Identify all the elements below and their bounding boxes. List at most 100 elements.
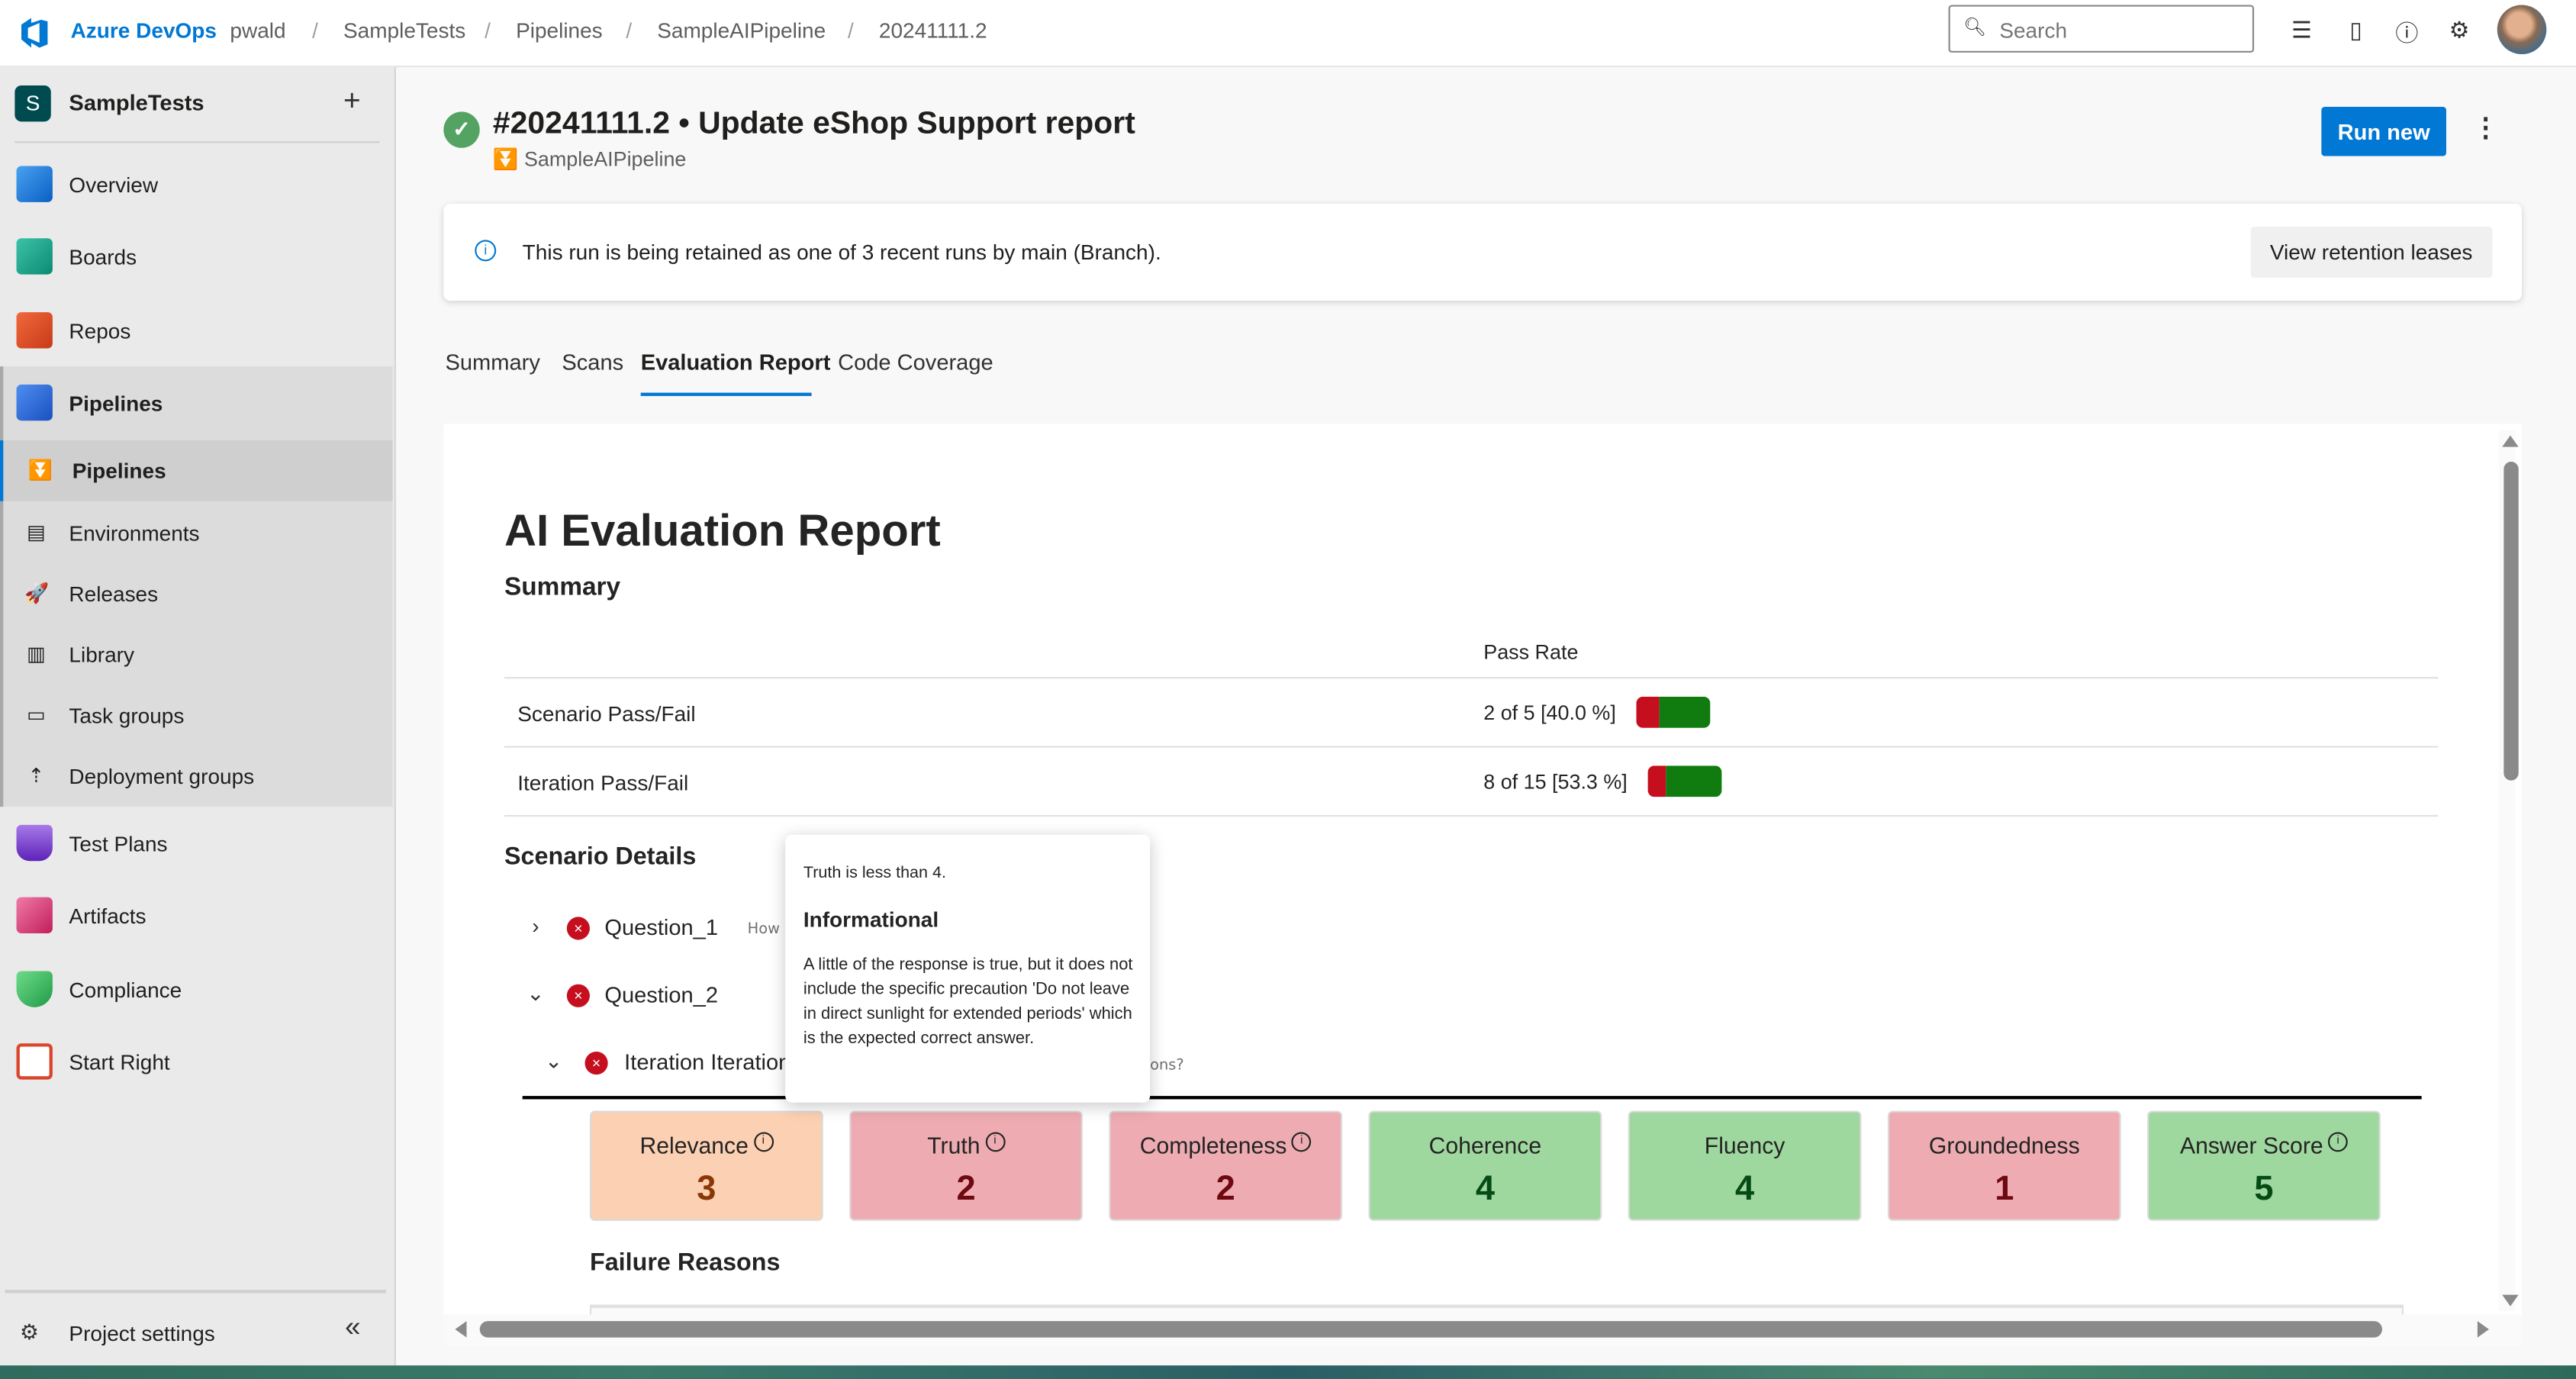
evaluation-report-panel: AI Evaluation Report Summary Pass Rate S… [443,424,2523,1325]
breadcrumb-org[interactable]: pwald [230,18,285,43]
failed-status-icon: × [566,984,590,1007]
tab-scans[interactable]: Scans [562,350,623,375]
scenario-question-preview: How [747,921,780,939]
fail-segment [1647,765,1666,797]
sidebar-item-label: Environments [69,520,200,546]
breadcrumb-pipeline[interactable]: SampleAIPipeline [657,18,826,43]
metric-tooltip: Truth is less than 4. Informational A li… [785,834,1151,1103]
tab-evaluation-report[interactable]: Evaluation Report [641,350,831,375]
project-name[interactable]: SampleTests [69,90,204,114]
iteration-question-preview: ons? [1150,1058,1184,1075]
sidebar-item-label: Pipelines [72,458,166,484]
scroll-down-arrow[interactable] [2502,1294,2519,1307]
metric-score: 2 [956,1170,976,1208]
sidebar-item-label: Task groups [69,703,185,728]
azure-devops-logo-icon[interactable] [17,14,53,50]
info-icon[interactable]: i [753,1132,774,1152]
sidebar-item-repos[interactable]: Repos [0,298,393,365]
metric-card-answer-score[interactable]: Answer Score i 5 [2147,1110,2381,1221]
project-badge[interactable]: S [14,85,51,122]
chevron-down-icon[interactable]: ⌄ [524,981,547,1007]
metric-label: Groundedness [1928,1132,2080,1158]
breadcrumb-pipelines[interactable]: Pipelines [516,18,603,43]
sidebar-item-start-right[interactable]: Start Right [0,1029,393,1096]
sidebar-item-pipelines[interactable]: Pipelines [0,369,393,437]
task-list-icon[interactable]: ☰ [2287,17,2317,45]
chevron-down-icon[interactable]: ⌄ [543,1049,565,1075]
sidebar-item-artifacts[interactable]: Artifacts [0,882,393,949]
tab-code-coverage[interactable]: Code Coverage [838,350,993,375]
search-input[interactable] [1996,13,2249,47]
add-icon[interactable]: + [343,84,361,118]
run-new-button[interactable]: Run new [2321,106,2446,156]
desktop-wallpaper [0,1365,2576,1379]
metric-card-groundedness[interactable]: Groundedness 1 [1887,1110,2121,1221]
sidebar-item-label: Test Plans [69,831,168,856]
breadcrumb-separator: / [847,18,854,43]
collapse-sidebar-icon[interactable]: « [345,1311,360,1344]
sidebar-item-label: Artifacts [69,904,147,929]
pipeline-icon: ⏬ [27,458,53,482]
view-retention-leases-button[interactable]: View retention leases [2250,227,2493,278]
sidebar-item-label: Releases [69,582,159,607]
failed-status-icon: × [566,917,590,940]
pass-rate-header: Pass Rate [1483,640,1579,664]
horizontal-scroll-thumb[interactable] [479,1321,2382,1338]
breadcrumb-run[interactable]: 20241111.2 [879,18,987,43]
project-settings-link[interactable]: ⚙ Project settings [0,1311,393,1361]
search-box[interactable]: 🔍︎ [1948,5,2255,53]
scroll-left-arrow[interactable] [455,1321,467,1338]
sidebar-item-boards[interactable]: Boards [0,224,393,291]
sidebar-subitem-deployment-groups[interactable]: ⇡ Deployment groups [0,746,393,807]
sidebar-subitem-environments[interactable]: ▤ Environments [0,503,393,564]
pipeline-link[interactable]: ⏬ SampleAIPipeline [493,148,686,172]
sidebar-item-label: Overview [69,172,159,198]
iteration-pass-rate-value: 8 of 15 [53.3 %] [1483,770,1628,794]
retention-banner: i This run is being retained as one of 3… [443,203,2523,301]
sidebar-item-label: Library [69,642,135,668]
sidebar-item-compliance[interactable]: Compliance [0,956,393,1023]
metric-card-relevance[interactable]: Relevance i 3 [589,1110,823,1221]
metric-card-completeness[interactable]: Completeness i 2 [1109,1110,1343,1221]
pass-segment [1658,696,1711,728]
avatar[interactable] [2497,5,2547,55]
vertical-scroll-thumb[interactable] [2504,462,2519,781]
table-divider [504,746,2439,748]
tab-summary[interactable]: Summary [445,350,539,375]
metric-label: Fluency [1704,1132,1785,1158]
breadcrumb-separator: / [626,18,633,43]
sidebar-subitem-releases[interactable]: 🚀 Releases [0,564,393,625]
page-title: #20241111.2 • Update eShop Support repor… [492,106,1135,142]
tooltip-threshold: Truth is less than 4. [803,864,946,883]
brand-link[interactable]: Azure DevOps [71,18,217,43]
help-icon[interactable]: ⓘ [2392,17,2422,50]
user-settings-icon[interactable]: ⚙ [2445,17,2475,45]
scroll-up-arrow[interactable] [2502,435,2519,447]
info-icon[interactable]: i [984,1132,1005,1152]
metric-name: Relevance i [591,1132,821,1158]
gear-icon: ⚙ [19,1319,39,1345]
overview-icon [16,166,53,202]
info-icon[interactable]: i [2328,1132,2348,1152]
banner-message: This run is being retained as one of 3 r… [522,240,1161,265]
tooltip-body: A little of the response is true, but it… [803,956,1133,1049]
divider [5,1290,386,1294]
sidebar-item-test-plans[interactable]: Test Plans [0,810,393,877]
breadcrumb-project[interactable]: SampleTests [343,18,465,43]
metric-card-fluency[interactable]: Fluency 4 [1628,1110,1862,1221]
metric-name: Fluency [1630,1132,1860,1158]
metric-score: 5 [2254,1170,2274,1208]
sidebar-subitem-pipelines[interactable]: ⏬ Pipelines [0,440,393,501]
sidebar-subitem-task-groups[interactable]: ▭ Task groups [0,685,393,746]
scroll-right-arrow[interactable] [2477,1321,2489,1338]
shopping-bag-icon[interactable]: ▯ [2341,17,2371,45]
boards-icon [16,238,53,275]
sidebar-subitem-library[interactable]: ▥ Library [0,624,393,685]
sidebar-item-overview[interactable]: Overview [0,151,393,218]
metric-card-coherence[interactable]: Coherence 4 [1368,1110,1602,1221]
more-options-icon[interactable]: ⋮ [2472,111,2498,144]
library-icon: ▥ [27,642,46,666]
info-icon[interactable]: i [1291,1132,1312,1152]
metric-card-truth[interactable]: Truth i 2 [849,1110,1083,1221]
chevron-right-icon[interactable]: › [524,913,547,938]
